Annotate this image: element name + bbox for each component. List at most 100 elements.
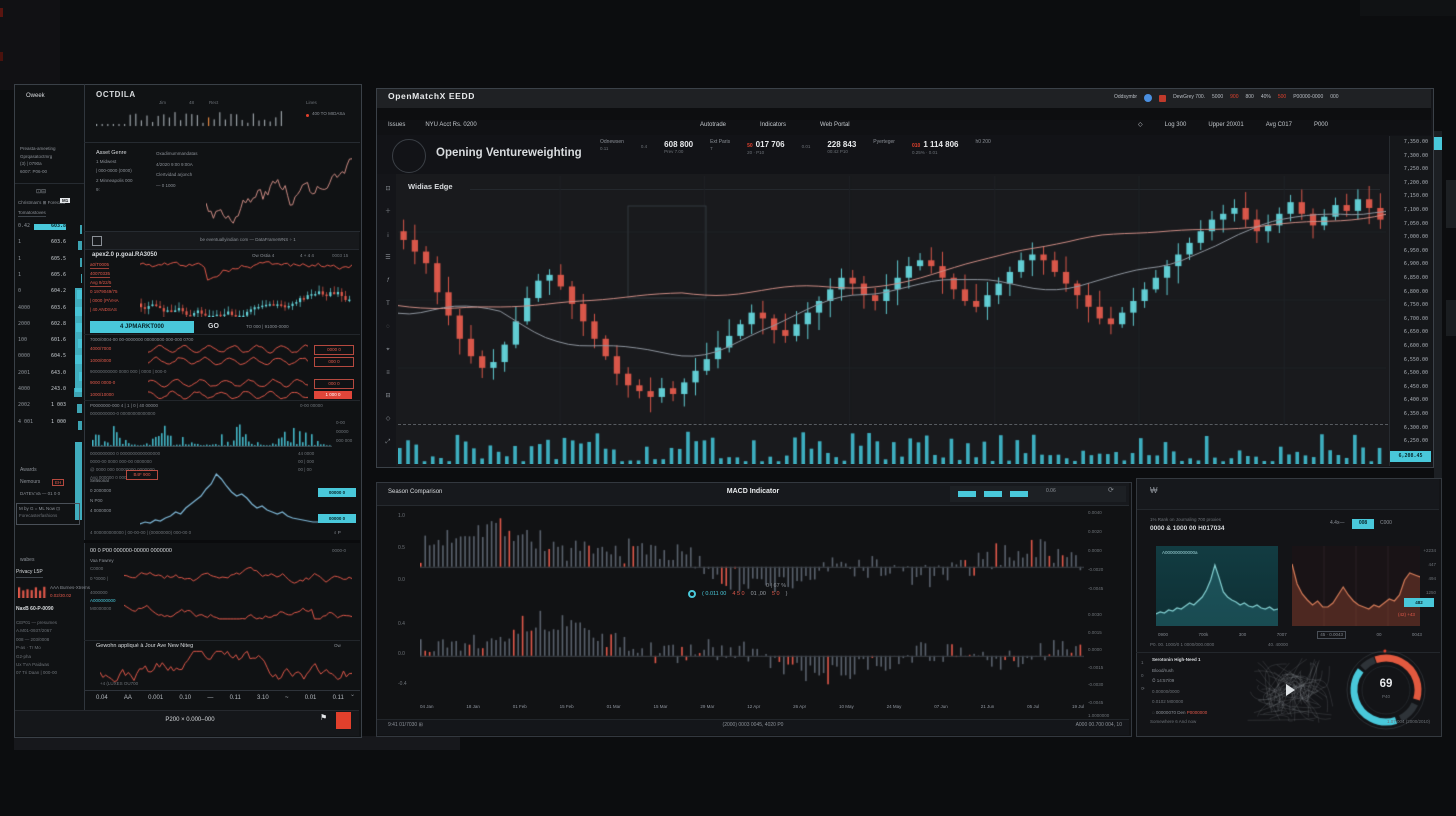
tool-icon-11[interactable]: ⤢ [381, 439, 395, 446]
book-qty[interactable]: 2000 [18, 322, 30, 328]
menu-item[interactable]: Autotrade [700, 122, 726, 134]
tool-icon-8[interactable]: ≡ [381, 370, 395, 377]
price-axis-label: 6,650.00 [1392, 330, 1428, 336]
book-qty[interactable]: 4000 [18, 306, 30, 312]
ghost-icon[interactable] [1144, 94, 1152, 102]
main-candlestick-chart[interactable] [398, 176, 1386, 426]
tool-icon-10[interactable]: ◇ [381, 416, 395, 423]
book-price[interactable]: 604.2 [34, 289, 66, 295]
book-qty[interactable]: 2002 [18, 403, 30, 409]
cash-label[interactable]: C000 [1380, 521, 1392, 527]
panelD-row-value[interactable]: 000 0 [314, 357, 354, 367]
right-axis-chip[interactable]: 482 [1404, 598, 1434, 607]
book-price[interactable]: 602.8 [34, 322, 66, 328]
menu-item[interactable]: Avg C017 [1266, 122, 1292, 134]
panelC-red-label[interactable]: | 0000 (P/VHA [90, 298, 119, 303]
panelD-row-label[interactable]: 9000 0000-0 [90, 380, 115, 385]
panelD-row-label[interactable]: 4000/7000 [90, 346, 111, 351]
book-price[interactable]: 603.6 [34, 306, 66, 312]
macd-footer-right: A000 00.700 004, 10 [990, 723, 1122, 729]
swatch-button[interactable] [958, 491, 976, 497]
menu-item[interactable]: Log 300 [1165, 122, 1187, 134]
panelC-red-label[interactable]: a0/T0005 [90, 262, 109, 269]
menu-item[interactable]: P000 [1314, 122, 1328, 134]
tool-icon-0[interactable]: ⊡ [381, 186, 395, 193]
panelE-cyan-chip[interactable]: 00000 0 [318, 514, 356, 523]
book-price[interactable]: 603.8 [34, 224, 66, 230]
panelD-row-value[interactable]: 1 000 0 [314, 391, 352, 399]
panelD-row-label[interactable]: 1000/0000 [90, 358, 111, 363]
book-qty[interactable]: 1 [18, 240, 21, 246]
book-qty[interactable]: 4000 [18, 387, 30, 393]
panelC-red-label[interactable]: 0 1979049/75 [90, 289, 118, 294]
insight-chip[interactable]: 008 [1352, 519, 1374, 529]
collapse-icon[interactable]: ⌄ [350, 692, 355, 699]
mode-chip[interactable]: M1 [60, 198, 70, 203]
book-qty[interactable]: 1 [18, 257, 21, 263]
flag-icon[interactable]: ⚑ [320, 713, 327, 722]
swatch-button[interactable] [984, 491, 1002, 497]
macd-header-left: Season Comparison [388, 489, 442, 496]
panelD-row-label[interactable]: 1000/10000 [90, 392, 114, 397]
scrollbar-thumb[interactable] [1434, 137, 1442, 150]
symbol-chip[interactable]: 4 JPMARKT000 [90, 321, 194, 333]
panelC-red-label[interactable]: Avg 9/22/5 [90, 280, 111, 287]
book-price[interactable]: 605.6 [34, 273, 66, 279]
checkbox-icon[interactable] [92, 236, 102, 246]
tool-icon-5[interactable]: T [381, 301, 395, 308]
play-icon[interactable] [1286, 684, 1295, 696]
book-price[interactable]: 605.5 [34, 257, 66, 263]
book-qty[interactable]: 1 [18, 273, 21, 279]
book-price[interactable]: 601.6 [34, 338, 66, 344]
book-price[interactable]: 1 000 [34, 420, 66, 426]
tool-icon-6[interactable]: ◌ [381, 324, 395, 331]
price-axis-label: 6,400.00 [1392, 398, 1428, 404]
menu-group: ◇ Log 300 Upper 20X01 Avg C017 P000 [1138, 122, 1328, 134]
side-icon[interactable]: ⟳ [1141, 686, 1145, 691]
tool-icon-7[interactable]: ⌖ [381, 347, 395, 354]
tool-icon-9[interactable]: ⊟ [381, 393, 395, 400]
side-icon[interactable]: 1 [1141, 660, 1144, 665]
panelD-row-value[interactable]: 0000 0 [314, 345, 354, 355]
book-price[interactable]: 603.6 [34, 240, 66, 246]
tool-icon-2[interactable]: ¡ [381, 232, 395, 239]
boxed-token[interactable]: 45 · 0.0043 [1317, 631, 1346, 638]
book-qty[interactable]: 4 001 [18, 420, 33, 426]
footer-token: AA [124, 695, 132, 705]
book-price[interactable]: 243.0 [34, 387, 66, 393]
book-qty[interactable]: 2001 [18, 371, 30, 377]
menu-item[interactable]: NYU Acct Rs. 0200 [425, 122, 476, 134]
panelE-cyan-chip[interactable]: 00000 0 [318, 488, 356, 497]
book-qty[interactable]: 0000 [18, 354, 30, 360]
menu-item[interactable]: Web Portal [820, 122, 850, 134]
book-qty[interactable]: 0.42 [18, 224, 30, 230]
refresh-icon[interactable]: ⟳ [1108, 487, 1114, 495]
panelB-line: 1 Midwest [96, 159, 116, 164]
panelC-red-label[interactable]: | 40 ANDSAS [90, 307, 117, 312]
book-qty[interactable]: 0 [18, 289, 21, 295]
chart-scrollbar[interactable] [1434, 131, 1442, 479]
tool-icon-4[interactable]: 𝑓 [381, 278, 395, 285]
book-price[interactable]: 643.0 [34, 371, 66, 377]
forecast-link[interactable]: Christmas's ⊞ Forecast [18, 200, 65, 205]
book-price[interactable]: 1 003 [34, 403, 66, 409]
network-chip[interactable]: EH [52, 479, 64, 486]
menu-item[interactable]: Upper 20X01 [1208, 122, 1243, 134]
swatch-button[interactable] [1010, 491, 1028, 497]
privacy-link[interactable]: Privacy L5P [16, 570, 43, 578]
menu-item[interactable]: ◇ [1138, 122, 1143, 134]
side-icon[interactable]: 0 [1141, 673, 1144, 678]
book-price[interactable]: 604.5 [34, 354, 66, 360]
tool-icon-1[interactable]: ＋ [381, 209, 395, 216]
panel-icon[interactable]: ⊡⊟ [36, 189, 46, 196]
stop-button[interactable] [336, 712, 351, 729]
panelC-red-label[interactable]: 40070335 [90, 271, 110, 278]
book-qty[interactable]: 100 [18, 338, 27, 344]
menu-item[interactable]: Indicators [760, 122, 786, 134]
tool-icon-3[interactable]: ☰ [381, 255, 395, 262]
go-button[interactable]: GO [208, 323, 219, 331]
panelD-row-value[interactable]: 000 0 [314, 379, 354, 389]
chip-icon[interactable] [1159, 95, 1166, 102]
menu-item[interactable]: Issues [388, 122, 405, 134]
x-token: 0043 [1412, 632, 1422, 637]
